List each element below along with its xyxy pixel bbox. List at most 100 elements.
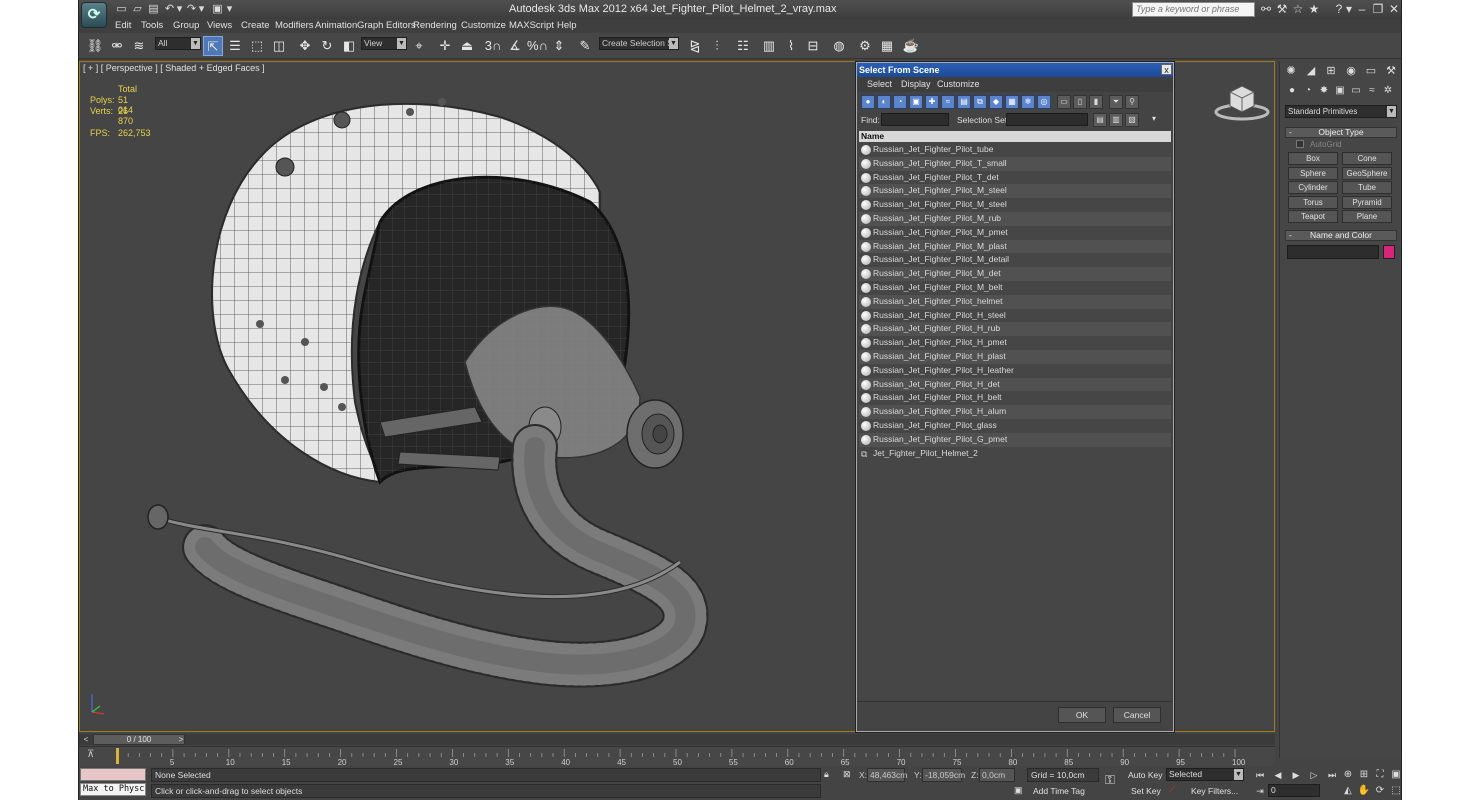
set-key-icon[interactable]: ⚿: [1105, 772, 1115, 788]
key-filters-button[interactable]: Key Filters...: [1179, 784, 1245, 798]
list-item[interactable]: Russian_Jet_Fighter_Pilot_H_steel: [859, 309, 1171, 323]
list-item[interactable]: Russian_Jet_Fighter_Pilot_T_small: [859, 156, 1171, 171]
layer-manager-icon[interactable]: ☷: [733, 36, 753, 56]
list-item[interactable]: Russian_Jet_Fighter_Pilot_H_rub: [859, 322, 1171, 337]
help-dropdown-icon[interactable]: ▾: [1342, 2, 1356, 16]
select-by-name-icon[interactable]: ☰: [225, 36, 245, 56]
display-helpers-icon[interactable]: ✚: [925, 95, 939, 109]
ok-button[interactable]: OK: [1058, 707, 1106, 723]
geosphere-button[interactable]: GeoSphere: [1342, 167, 1392, 180]
select-and-scale-icon[interactable]: ◧: [339, 36, 359, 56]
find-input[interactable]: [881, 113, 949, 126]
menu-maxscript[interactable]: MAXScript: [509, 20, 554, 31]
customize-quick-access-icon[interactable]: ▾: [223, 3, 236, 15]
select-and-link-icon[interactable]: ⛓: [85, 36, 105, 56]
maxscript-line[interactable]: Max to Physc: [80, 783, 146, 796]
display-xrefs-icon[interactable]: ⧉: [973, 95, 987, 109]
align-icon[interactable]: ⫶: [707, 36, 727, 56]
add-time-tag-button[interactable]: Add Time Tag: [1027, 784, 1099, 798]
reference-coordinate-dropdown[interactable]: View ▼: [361, 37, 407, 50]
window-crossing-icon[interactable]: ◫: [269, 36, 289, 56]
object-color-swatch[interactable]: [1383, 245, 1395, 259]
edit-named-selection-icon[interactable]: ✎: [575, 36, 595, 56]
material-editor-icon[interactable]: ◍: [829, 36, 849, 56]
display-none-icon[interactable]: ▯: [1073, 95, 1087, 109]
mirror-icon[interactable]: ⧎: [685, 36, 705, 56]
redo-dropdown-icon[interactable]: ▾: [195, 3, 208, 15]
options-chevron-icon[interactable]: ▾: [1147, 113, 1161, 127]
object-type-rollout[interactable]: - Object Type: [1285, 127, 1397, 138]
z-coordinate-field[interactable]: 0,0cm: [979, 768, 1015, 782]
select-none-icon[interactable]: ▥: [1109, 113, 1123, 127]
pyramid-button[interactable]: Pyramid: [1342, 196, 1392, 209]
open-file-icon[interactable]: ▱: [131, 3, 144, 15]
time-slider-next-icon[interactable]: >: [176, 734, 186, 745]
snaps-toggle-icon[interactable]: 3∩: [483, 36, 503, 56]
set-key-button[interactable]: Set Key: [1128, 784, 1164, 798]
select-and-manipulate-icon[interactable]: ✛: [435, 36, 455, 56]
list-item[interactable]: Russian_Jet_Fighter_Pilot_glass: [859, 419, 1171, 433]
list-item[interactable]: Russian_Jet_Fighter_Pilot_M_steel: [859, 184, 1171, 199]
schematic-view-icon[interactable]: ⊟: [803, 36, 823, 56]
modify-tab-icon[interactable]: ◢: [1302, 63, 1320, 79]
use-pivot-center-icon[interactable]: ⌖: [409, 36, 429, 56]
go-to-end-icon[interactable]: ⏭: [1325, 768, 1339, 782]
curve-editor-icon[interactable]: ⌇: [781, 36, 801, 56]
display-space-warps-icon[interactable]: ≈: [941, 95, 955, 109]
play-icon[interactable]: ▶: [1289, 768, 1303, 782]
orbit-icon[interactable]: ⟳: [1373, 784, 1387, 798]
menu-edit[interactable]: Edit: [115, 20, 131, 31]
torus-button[interactable]: Torus: [1288, 196, 1338, 209]
favorites-icon[interactable]: ★: [1307, 2, 1321, 16]
display-invert-icon[interactable]: ▮: [1089, 95, 1103, 109]
list-item[interactable]: Russian_Jet_Fighter_Pilot_H_det: [859, 377, 1171, 392]
list-item[interactable]: Russian_Jet_Fighter_Pilot_M_steel: [859, 198, 1171, 212]
selection-set-dropdown[interactable]: [1006, 113, 1088, 126]
object-category-dropdown[interactable]: Standard Primitives ▼: [1285, 105, 1397, 118]
zoom-extents-all-icon[interactable]: ▣: [1389, 768, 1401, 782]
field-of-view-icon[interactable]: ◭: [1341, 784, 1355, 798]
time-slider-thumb[interactable]: 0 / 100: [93, 734, 185, 745]
binoculars-icon[interactable]: ⚯: [1259, 2, 1273, 16]
menu-help[interactable]: Help: [557, 20, 577, 31]
name-and-color-rollout[interactable]: - Name and Color: [1285, 230, 1397, 241]
percent-snap-icon[interactable]: %∩: [527, 36, 548, 56]
display-frozen-icon[interactable]: ❄: [1021, 95, 1035, 109]
shapes-icon[interactable]: ◔: [1300, 83, 1316, 99]
key-mode-dropdown[interactable]: Selected ▼: [1166, 768, 1244, 781]
time-tag-icon[interactable]: ▣: [1014, 785, 1023, 796]
list-item[interactable]: Russian_Jet_Fighter_Pilot_G_pmet: [859, 432, 1171, 447]
motion-tab-icon[interactable]: ◉: [1342, 63, 1360, 79]
render-setup-icon[interactable]: ⚙: [855, 36, 875, 56]
selection-filter-dropdown[interactable]: All ▼: [155, 37, 201, 50]
absolute-transform-icon[interactable]: ⊠: [843, 769, 851, 780]
select-and-move-icon[interactable]: ✥: [295, 36, 315, 56]
current-frame-field[interactable]: 0: [1268, 784, 1320, 797]
list-item[interactable]: Russian_Jet_Fighter_Pilot_M_plast: [859, 239, 1171, 254]
track-bar[interactable]: ⊼ 5 10 15 20 25 30 35 40 45 50 55 60 65 70 75 80 85 90 95 1…: [79, 746, 1275, 767]
named-selection-dropdown[interactable]: Create Selection Se ▼: [599, 37, 679, 50]
maxscript-listener-mini[interactable]: [80, 768, 146, 781]
teapot-button[interactable]: Teapot: [1288, 210, 1338, 223]
list-item[interactable]: Russian_Jet_Fighter_Pilot_tube: [859, 143, 1171, 157]
list-item[interactable]: Russian_Jet_Fighter_Pilot_M_pmet: [859, 226, 1171, 240]
list-item[interactable]: Russian_Jet_Fighter_Pilot_M_det: [859, 267, 1171, 281]
display-cameras-icon[interactable]: ▣: [909, 95, 923, 109]
menu-modifiers[interactable]: Modifiers: [275, 20, 314, 31]
dialog-menu-customize[interactable]: Customize: [937, 79, 980, 89]
menu-animation[interactable]: Animation: [315, 20, 357, 31]
graphite-ribbon-icon[interactable]: ▥: [759, 36, 779, 56]
key-mode-toggle-icon[interactable]: ⇥: [1253, 784, 1267, 798]
select-all-icon[interactable]: ▤: [1093, 113, 1107, 127]
utilities-tab-icon[interactable]: ⚒: [1382, 63, 1400, 79]
time-slider-prev-icon[interactable]: <: [81, 734, 91, 745]
save-file-icon[interactable]: ▤: [147, 3, 160, 15]
cancel-button[interactable]: Cancel: [1113, 707, 1161, 723]
filter-settings-icon[interactable]: ⚲: [1125, 95, 1139, 109]
display-all-icon[interactable]: ▭: [1057, 95, 1071, 109]
rendered-frame-window-icon[interactable]: ▦: [877, 36, 897, 56]
select-and-rotate-icon[interactable]: ↻: [317, 36, 337, 56]
object-name-field[interactable]: [1287, 245, 1379, 259]
list-item[interactable]: Russian_Jet_Fighter_Pilot_H_plast: [859, 350, 1171, 364]
menu-graph-editors[interactable]: Graph Editors: [357, 20, 416, 31]
